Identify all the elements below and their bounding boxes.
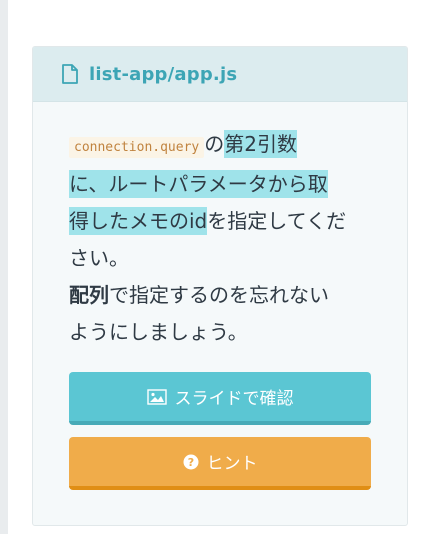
file-name: list-app/app.js: [89, 63, 238, 85]
highlighted-text: 第2引数: [224, 130, 297, 158]
file-icon: [61, 64, 79, 84]
highlighted-text: に、ルートパラメータから取: [69, 170, 328, 198]
instruction-body: connection.query の第2引数 に、ルートパラメータから取 得したメ…: [33, 102, 407, 351]
exercise-card: list-app/app.js connection.query の第2引数 に、…: [32, 46, 408, 526]
image-icon: [146, 388, 167, 405]
file-header: list-app/app.js: [33, 47, 407, 102]
hint-label: ヒント: [206, 454, 258, 474]
left-rail: [0, 0, 8, 534]
view-slide-button[interactable]: スライドで確認: [69, 372, 371, 425]
code-snippet: connection.query: [69, 137, 205, 158]
instruction-paragraph: connection.query の第2引数 に、ルートパラメータから取 得したメ…: [69, 126, 373, 351]
hint-button[interactable]: ? ヒント: [69, 437, 371, 490]
view-slide-label: スライドで確認: [174, 389, 294, 409]
action-buttons: スライドで確認 ? ヒント: [69, 372, 371, 490]
svg-text:?: ?: [187, 456, 193, 469]
question-circle-icon: ?: [183, 454, 199, 470]
strong-text: 配列: [69, 283, 109, 307]
text: の: [204, 132, 225, 156]
text: ようにしましょう。: [69, 320, 248, 344]
text: を指定してくだ: [207, 209, 347, 233]
text: さい。: [69, 246, 129, 270]
highlighted-text: 得したメモのid: [69, 207, 208, 235]
text: で指定するのを忘れない: [109, 283, 329, 307]
